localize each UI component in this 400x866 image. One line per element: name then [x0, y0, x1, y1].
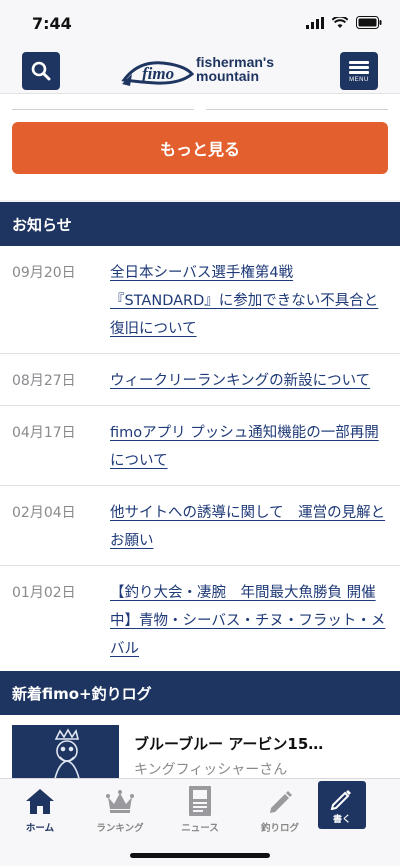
status-time: 7:44 [32, 14, 72, 33]
news-date: 04月17日 [12, 425, 76, 441]
more-section: もっと見る [0, 114, 400, 200]
news-link[interactable]: 【釣り大会・凄腕 年間最大魚勝負 開催中】青物・シーバス・チヌ・フラット・メバル [110, 579, 386, 663]
app-header: fimo fisherman's mountain MENU [0, 44, 400, 94]
fishing-log-entry[interactable]: ブルーブルー アービン15… キングフィッシャーさん [0, 715, 400, 785]
news-date: 08月27日 [12, 373, 76, 389]
news-date: 09月20日 [12, 265, 76, 281]
tab-news[interactable]: ニュース [160, 785, 240, 835]
tab-ranking[interactable]: ランキング [80, 785, 160, 835]
newspaper-icon [183, 785, 217, 817]
home-icon [23, 785, 57, 817]
tab-fishing-log[interactable]: 釣りログ [240, 785, 320, 835]
news-list: 09月20日 全日本シーバス選手権第4戦『STANDARD』に参加できない不具合… [0, 246, 400, 674]
wifi-icon [332, 16, 348, 28]
status-icons [306, 16, 382, 29]
fishing-log-title[interactable]: ブルーブルー アービン15… [134, 733, 323, 754]
news-item[interactable]: 04月17日 fimoアプリ プッシュ通知機能の一部再開について [0, 406, 400, 486]
logo-script: fimo [142, 64, 174, 83]
tab-ranking-label: ランキング [96, 823, 144, 834]
news-date: 01月02日 [12, 585, 76, 601]
write-pencil-icon [330, 789, 351, 810]
menu-label: MENU [349, 77, 369, 83]
logo-line-1: fisherman's [196, 54, 275, 70]
news-item[interactable]: 01月02日 【釣り大会・凄腕 年間最大魚勝負 開催中】青物・シーバス・チヌ・フ… [0, 566, 400, 674]
fishing-log-user: キングフィッシャーさん [134, 762, 288, 778]
crown-icon [103, 785, 137, 817]
search-icon [31, 61, 51, 81]
pencil-icon [263, 785, 297, 817]
news-link[interactable]: fimoアプリ プッシュ通知機能の一部再開について [110, 419, 386, 475]
see-more-button[interactable]: もっと見る [12, 122, 388, 174]
news-section-header: お知らせ [0, 202, 400, 246]
status-bar: 7:44 [0, 0, 400, 44]
signal-icon [306, 16, 324, 29]
tab-home[interactable]: ホーム [0, 785, 80, 835]
news-item[interactable]: 08月27日 ウィークリーランキングの新設について [0, 354, 400, 406]
logo-wordmark: fisherman's mountain [196, 55, 274, 83]
write-button-label: 書く [332, 814, 351, 825]
news-link[interactable]: 全日本シーバス選手権第4戦『STANDARD』に参加できない不具合と復旧について [110, 259, 386, 343]
fishing-log-thumbnail[interactable] [12, 725, 119, 785]
fish-logo-icon: fimo [121, 61, 194, 86]
partial-field-left[interactable] [12, 94, 194, 110]
news-date: 02月04日 [12, 505, 76, 521]
tab-fishing-log-label: 釣りログ [260, 823, 299, 834]
news-link[interactable]: ウィークリーランキングの新設について [110, 367, 386, 395]
logo-line-2: mountain [196, 68, 259, 84]
news-item[interactable]: 02月04日 他サイトへの誘導に関して 運営の見解とお願い [0, 486, 400, 566]
menu-button[interactable]: MENU [340, 52, 378, 90]
king-fisher-avatar-icon [53, 728, 81, 784]
news-item[interactable]: 09月20日 全日本シーバス選手権第4戦『STANDARD』に参加できない不具合… [0, 246, 400, 354]
news-link[interactable]: 他サイトへの誘導に関して 運営の見解とお願い [110, 499, 386, 555]
tab-news-label: ニュース [181, 823, 219, 834]
partial-form-fields [0, 94, 400, 114]
fishing-log-section-header: 新着fimo+釣りログ [0, 671, 400, 715]
write-button[interactable]: 書く [318, 781, 366, 829]
home-indicator [130, 853, 270, 858]
search-button[interactable] [22, 52, 60, 90]
tab-home-label: ホーム [25, 823, 55, 834]
battery-icon [356, 16, 382, 29]
fimo-logo[interactable]: fimo fisherman's mountain [120, 50, 290, 90]
hamburger-icon [349, 59, 369, 76]
partial-field-right[interactable] [206, 94, 388, 110]
